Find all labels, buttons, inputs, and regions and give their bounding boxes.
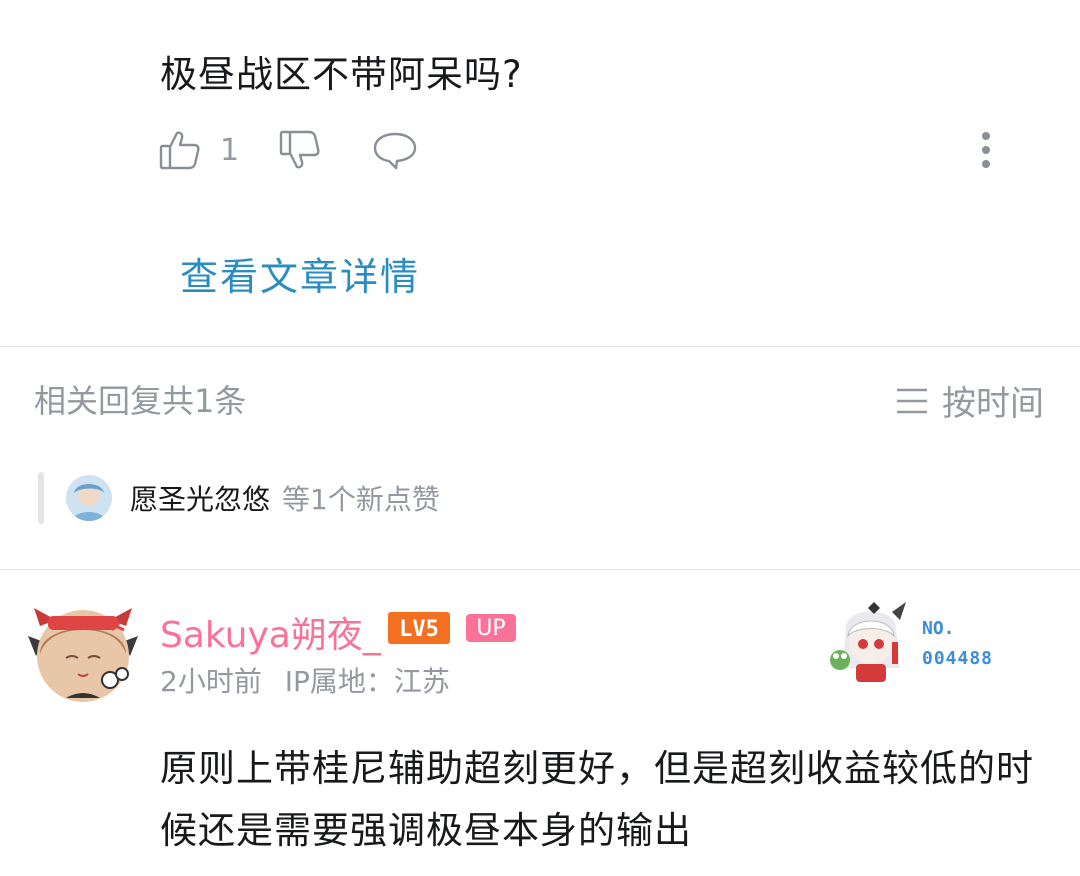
author-name[interactable]: Sakuya朔夜_ bbox=[160, 606, 381, 658]
ip-location: IP属地：江苏 bbox=[284, 665, 450, 698]
replies-count-label: 相关回复共1条 bbox=[34, 382, 247, 420]
fan-number-label: NO. bbox=[922, 618, 955, 639]
divider bbox=[0, 569, 1080, 570]
avatar bbox=[66, 475, 112, 521]
view-article-link[interactable]: 查看文章详情 bbox=[180, 246, 420, 301]
reply-meta: 2小时前 IP属地：江苏 bbox=[160, 660, 450, 700]
divider bbox=[0, 346, 1080, 347]
more-options-button[interactable] bbox=[980, 130, 992, 170]
thumbs-up-icon bbox=[159, 131, 200, 170]
fan-number: 004488 bbox=[922, 648, 994, 669]
sort-label: 按时间 bbox=[942, 384, 1044, 424]
like-count: 1 bbox=[220, 132, 240, 168]
speech-bubble-icon bbox=[373, 132, 417, 170]
more-vertical-icon bbox=[982, 132, 990, 168]
author-avatar[interactable] bbox=[26, 596, 140, 710]
fan-badge-character-image bbox=[830, 602, 906, 682]
dislike-button[interactable] bbox=[278, 128, 322, 172]
reply-button[interactable] bbox=[372, 128, 418, 172]
comment-text: 极昼战区不带阿呆吗? bbox=[160, 53, 523, 96]
comment-actions: 1 bbox=[158, 128, 1038, 176]
quote-bar bbox=[38, 472, 44, 524]
likers-suffix: 等1个新点赞 bbox=[282, 483, 440, 516]
level-text: LV5 bbox=[399, 617, 439, 642]
fan-badge-card[interactable]: NO. 004488 bbox=[826, 598, 1026, 688]
sort-button[interactable]: 按时间 bbox=[896, 376, 1044, 425]
level-badge: LV5 bbox=[388, 612, 450, 644]
like-button[interactable]: 1 bbox=[158, 128, 239, 172]
new-likes-row[interactable]: 愿圣光忽悠 等1个新点赞 bbox=[38, 472, 440, 524]
liker-name[interactable]: 愿圣光忽悠 bbox=[130, 478, 270, 518]
reply-time: 2小时前 bbox=[160, 665, 262, 698]
up-badge: UP bbox=[466, 614, 516, 642]
sort-lines-icon bbox=[897, 388, 927, 413]
thumbs-down-icon bbox=[279, 130, 320, 169]
reply-text: 原则上带桂尼辅助超刻更好，但是超刻收益较低的时候还是需要强调极昼本身的输出 bbox=[160, 747, 1034, 852]
